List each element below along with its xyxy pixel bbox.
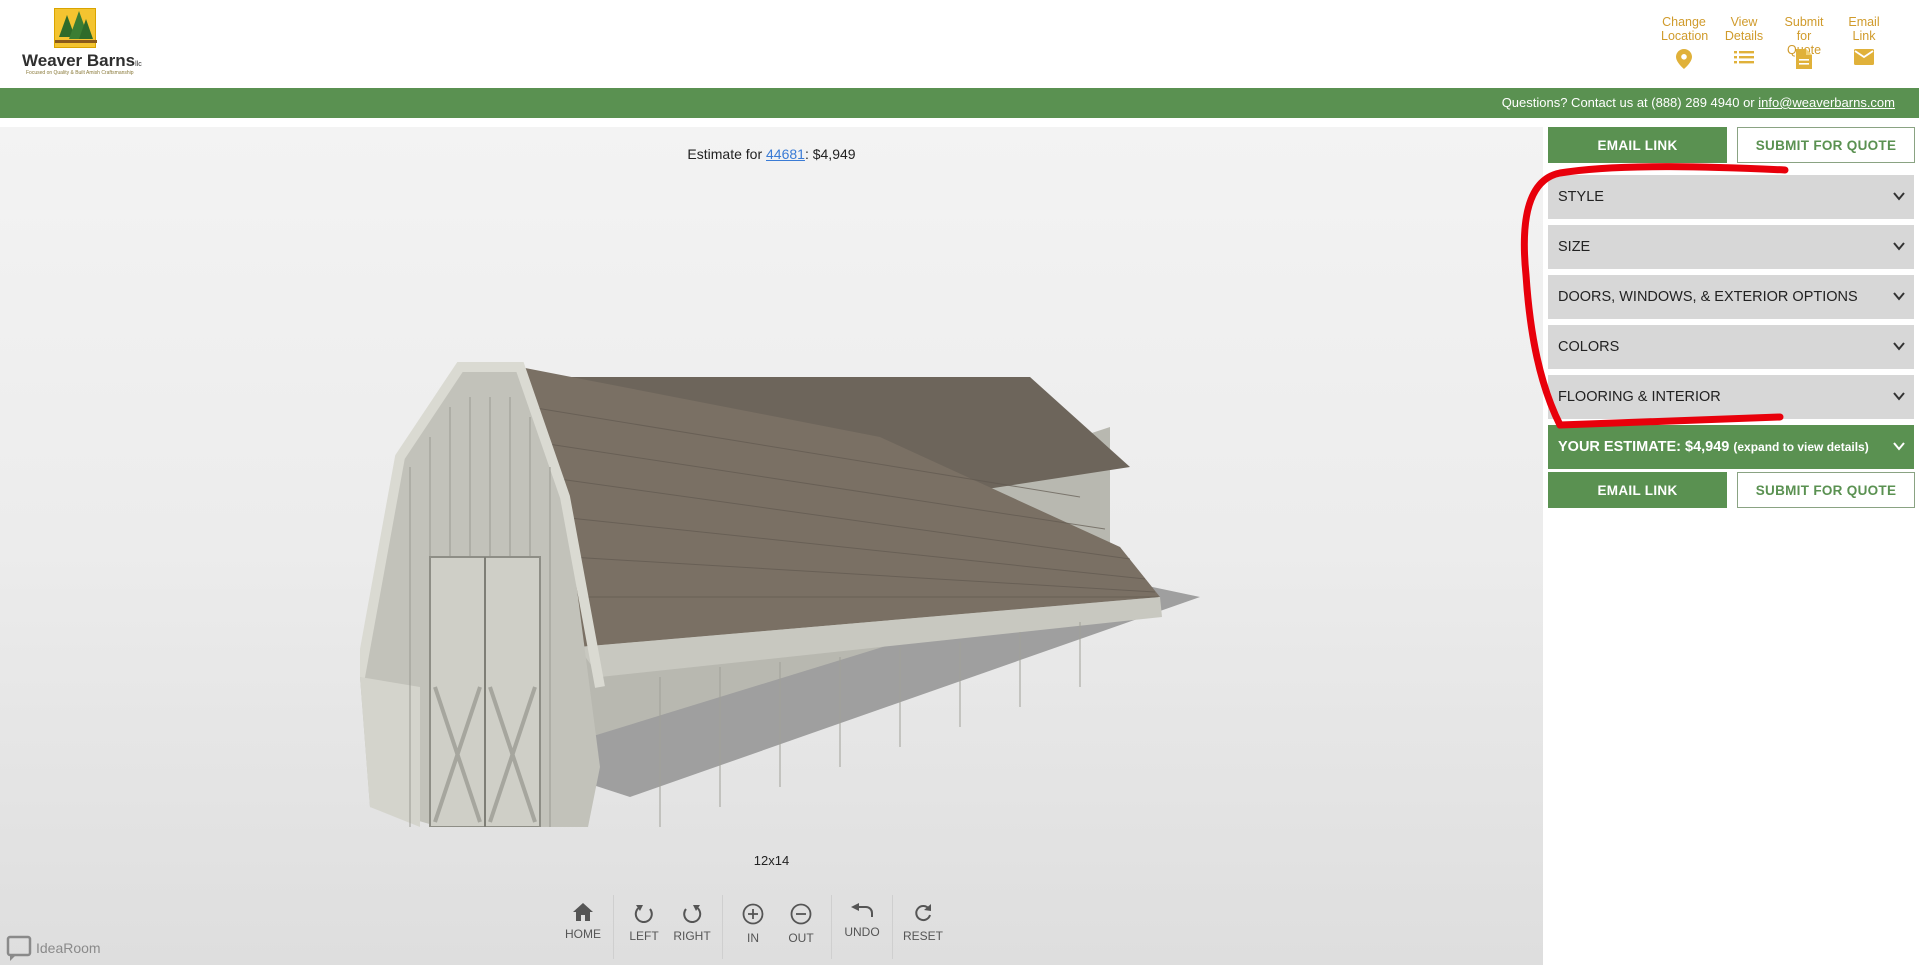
document-icon xyxy=(1796,49,1812,69)
logo-text: Weaver Barnsllc xyxy=(22,51,142,70)
reset-icon xyxy=(915,904,931,922)
location-pin-icon xyxy=(1676,49,1692,69)
undo-button[interactable]: UNDO xyxy=(838,895,886,959)
zip-code-link[interactable]: 44681 xyxy=(766,146,805,162)
configuration-sidebar: EMAIL LINK SUBMIT FOR QUOTE STYLE SIZE D… xyxy=(1548,127,1919,965)
rotate-left-button[interactable]: LEFT xyxy=(620,895,668,959)
submit-quote-button-bottom[interactable]: SUBMIT FOR QUOTE xyxy=(1737,472,1915,508)
zoom-in-button[interactable]: IN xyxy=(729,895,777,959)
envelope-icon xyxy=(1854,49,1874,65)
chevron-down-icon xyxy=(1893,192,1905,201)
list-icon xyxy=(1734,51,1754,64)
email-link-button-bottom[interactable]: EMAIL LINK xyxy=(1548,472,1727,508)
chevron-down-icon xyxy=(1893,442,1905,451)
chevron-down-icon xyxy=(1893,292,1905,301)
control-group-reset: RESET xyxy=(892,895,953,959)
barn-3d-model[interactable] xyxy=(360,267,1240,827)
view-details-link[interactable]: View Details xyxy=(1721,15,1767,72)
control-group-rotate: LEFT RIGHT xyxy=(613,895,722,959)
undo-icon xyxy=(851,903,873,917)
3d-viewer[interactable]: Estimate for 44681: $4,949 12x14 HOME LE… xyxy=(0,127,1543,965)
submit-quote-link[interactable]: Submitfor Quote xyxy=(1781,15,1827,72)
rotate-right-button[interactable]: RIGHT xyxy=(668,895,716,959)
zoom-out-button[interactable]: OUT xyxy=(777,895,825,959)
rotate-right-icon xyxy=(683,905,702,923)
contact-bar: Questions? Contact us at (888) 289 4940 … xyxy=(0,88,1919,118)
weaver-barns-logo[interactable]: Weaver Barnsllc Focused on Quality & Bui… xyxy=(22,6,142,76)
logo-tagline: Focused on Quality & Built Amish Craftsm… xyxy=(26,70,134,76)
bottom-action-buttons: EMAIL LINK SUBMIT FOR QUOTE xyxy=(1548,472,1915,508)
idearoom-watermark: IdeaRoom xyxy=(6,935,101,961)
contact-email-link[interactable]: info@weaverbarns.com xyxy=(1758,95,1895,110)
header: Weaver Barnsllc Focused on Quality & Bui… xyxy=(0,0,1919,88)
home-icon xyxy=(573,903,593,921)
top-links: ChangeLocation ViewDetails Submitfor Quo… xyxy=(1661,15,1887,72)
control-group-undo: UNDO xyxy=(831,895,892,959)
logo-tree-icon xyxy=(54,8,97,48)
estimate-text: Estimate for 44681: $4,949 xyxy=(687,146,856,162)
accordion-colors[interactable]: COLORS xyxy=(1548,325,1914,369)
top-action-buttons: EMAIL LINK SUBMIT FOR QUOTE xyxy=(1548,127,1915,163)
accordion-style[interactable]: STYLE xyxy=(1548,175,1914,219)
submit-quote-button[interactable]: SUBMIT FOR QUOTE xyxy=(1737,127,1915,163)
chevron-down-icon xyxy=(1893,242,1905,251)
control-group-zoom: IN OUT xyxy=(722,895,831,959)
zoom-in-icon xyxy=(742,903,764,925)
email-link-button[interactable]: EMAIL LINK xyxy=(1548,127,1727,163)
change-location-link[interactable]: Change Location xyxy=(1661,15,1708,72)
accordion-your-estimate[interactable]: YOUR ESTIMATE: $4,949 (expand to view det… xyxy=(1548,425,1914,469)
contact-text: Questions? Contact us at (888) 289 4940 … xyxy=(1501,95,1759,110)
rotate-left-icon xyxy=(634,905,653,923)
idearoom-logo-icon xyxy=(6,935,32,961)
accordion-doors-windows[interactable]: DOORS, WINDOWS, & EXTERIOR OPTIONS xyxy=(1548,275,1914,319)
accordion-flooring-interior[interactable]: FLOORING & INTERIOR xyxy=(1548,375,1914,419)
barn-size-label: 12x14 xyxy=(753,853,790,868)
camera-controls: HOME LEFT RIGHT IN OUT UNDO RESET xyxy=(553,895,953,959)
email-link-header[interactable]: Email Link xyxy=(1841,15,1887,72)
accordion-size[interactable]: SIZE xyxy=(1548,225,1914,269)
home-button[interactable]: HOME xyxy=(559,895,607,959)
zoom-out-icon xyxy=(790,903,812,925)
chevron-down-icon xyxy=(1893,342,1905,351)
reset-button[interactable]: RESET xyxy=(899,895,947,959)
control-group-home: HOME xyxy=(553,895,613,959)
chevron-down-icon xyxy=(1893,392,1905,401)
